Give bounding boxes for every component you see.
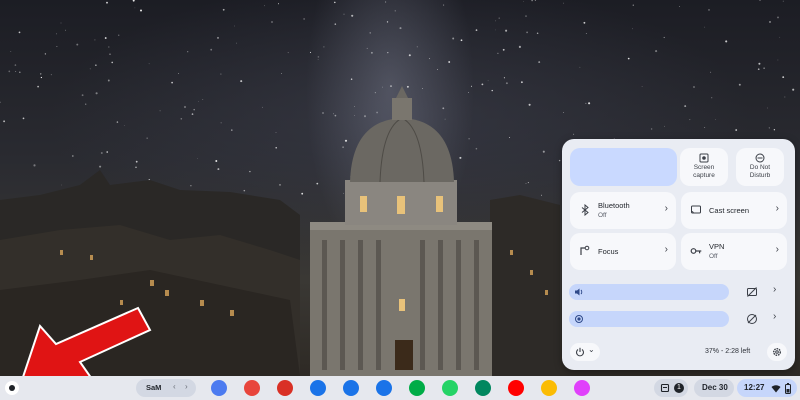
whatsapp-app-icon[interactable]	[442, 380, 458, 396]
chevron-left-icon[interactable]: ‹	[173, 382, 176, 391]
screen-capture-icon	[699, 153, 709, 163]
chevron-right-icon: ›	[664, 244, 668, 255]
bluetooth-label: Bluetooth	[598, 201, 630, 210]
clipboard-icon	[660, 383, 670, 393]
cast-screen-label: Cast screen	[709, 206, 750, 215]
do-not-disturb-label: Do Not Disturb	[749, 164, 771, 179]
screen-capture-button[interactable]: Screen capture	[680, 148, 728, 186]
chevron-right-icon: ›	[664, 203, 668, 214]
settings-button[interactable]	[767, 343, 787, 361]
date-tray[interactable]: Dec 30	[694, 379, 734, 397]
display-settings-icon[interactable]	[746, 313, 758, 325]
do-not-disturb-icon	[755, 153, 765, 163]
chevron-right-icon[interactable]: ›	[773, 311, 776, 322]
status-area[interactable]: 12:27	[737, 379, 797, 397]
bluetooth-tile[interactable]: Bluetooth Off ›	[570, 192, 676, 229]
do-not-disturb-button[interactable]: Do Not Disturb	[736, 148, 784, 186]
brightness-icon	[575, 315, 583, 323]
pink-app-app-icon[interactable]	[574, 380, 590, 396]
gmail-app-icon[interactable]	[277, 380, 293, 396]
cast-icon	[691, 205, 701, 214]
settings-gear-icon	[773, 348, 781, 356]
focus-label: Focus	[598, 247, 619, 256]
power-icon	[575, 347, 585, 357]
play-store-app-icon[interactable]	[475, 380, 491, 396]
cast-screen-tile[interactable]: Cast screen ›	[681, 192, 787, 229]
calendar-app-icon[interactable]	[310, 380, 326, 396]
chevron-right-icon[interactable]: ›	[773, 284, 776, 295]
audio-settings-icon[interactable]	[746, 286, 758, 298]
brightness-slider[interactable]	[569, 311, 729, 327]
time-label: 12:27	[744, 383, 765, 392]
bluetooth-icon	[581, 204, 589, 216]
vpn-status: Off	[709, 253, 718, 260]
network-tile[interactable]	[570, 148, 677, 186]
files-app-icon[interactable]	[343, 380, 359, 396]
notification-badge: 1	[674, 383, 684, 393]
chevron-right-icon[interactable]: ›	[185, 382, 188, 391]
chevron-right-icon: ›	[775, 244, 779, 255]
chevron-down-icon: ⌄	[588, 345, 595, 354]
vpn-tile[interactable]: VPN Off ›	[681, 233, 787, 270]
shelf: SaM ‹ › 1 Dec 30 12:27	[0, 376, 800, 400]
volume-slider[interactable]	[569, 284, 729, 300]
focus-icon	[580, 245, 590, 255]
chrome-app-icon[interactable]	[244, 380, 260, 396]
screen-capture-label: Screen capture	[693, 164, 715, 179]
power-menu-button[interactable]: ⌄	[570, 343, 600, 361]
date-label: Dec 30	[702, 383, 728, 392]
volume-icon	[575, 288, 583, 296]
focus-tile[interactable]: Focus ›	[570, 233, 676, 270]
messages-app-icon[interactable]	[376, 380, 392, 396]
chevron-right-icon: ›	[775, 203, 779, 214]
launcher-button[interactable]	[5, 381, 19, 395]
holding-space-tray[interactable]: 1	[654, 379, 688, 397]
bluetooth-status: Off	[598, 212, 607, 219]
vpn-label: VPN	[709, 242, 725, 251]
meet-app-icon[interactable]	[409, 380, 425, 396]
desk-name: SaM	[146, 383, 162, 392]
youtube-app-icon[interactable]	[508, 380, 524, 396]
quick-settings-panel: Screen capture Do Not Disturb Bluetooth …	[562, 139, 795, 370]
battery-status: 37% - 2:28 left	[705, 348, 751, 355]
photos-app-icon[interactable]	[541, 380, 557, 396]
vpn-key-icon	[690, 248, 702, 254]
wifi-icon	[771, 385, 781, 393]
battery-icon	[785, 383, 791, 394]
desk-selector[interactable]: SaM ‹ ›	[136, 379, 196, 397]
gemini-app-icon[interactable]	[211, 380, 227, 396]
